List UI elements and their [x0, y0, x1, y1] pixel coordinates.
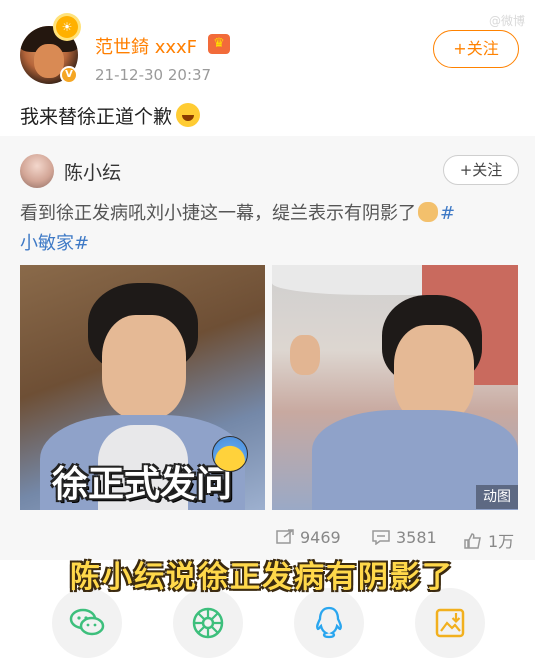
sun-badge-icon: ☀ [56, 16, 78, 38]
post-username[interactable]: 范世錡 xxxF [95, 33, 197, 59]
moments-icon [192, 607, 224, 639]
share-wechat-button[interactable] [52, 588, 122, 658]
image-caption: 徐正式发问 [52, 464, 233, 505]
hashtag-link-start[interactable]: # [440, 203, 455, 224]
thumbs-up-icon [464, 533, 481, 549]
repost-icon [276, 529, 294, 544]
repost-avatar[interactable] [20, 154, 54, 188]
repost-username[interactable]: 陈小纭 [64, 158, 121, 185]
repost-count-value: 9469 [300, 528, 341, 547]
crown-badge-icon: ♛ [208, 34, 230, 54]
repost-follow-button[interactable]: +关注 [443, 155, 519, 185]
gif-badge: 动图 [476, 485, 518, 509]
wechat-icon [69, 608, 105, 636]
repost-text: 看到徐正发病吼刘小捷这一幕，缇兰表示有阴影了 # 小敏家# [20, 199, 515, 259]
post-text-content: 我来替徐正道个歉 [20, 106, 173, 128]
follow-button[interactable]: +关注 [433, 30, 519, 68]
post-text: 我来替徐正道个歉 [20, 102, 201, 129]
verified-badge-icon: V [60, 66, 78, 84]
save-image-button[interactable] [415, 588, 485, 658]
post-timestamp: 21-12-30 20:37 [95, 66, 212, 84]
like-count-value: 1万 [488, 532, 515, 551]
cat-emoji-icon [418, 202, 438, 222]
share-moments-button[interactable] [173, 588, 243, 658]
repost-image-right[interactable] [272, 265, 518, 510]
comment-icon [372, 530, 390, 545]
hashtag-link[interactable]: 小敏家# [20, 233, 89, 254]
scared-emoji-icon [212, 436, 248, 472]
share-qq-button[interactable] [294, 588, 364, 658]
save-image-icon [435, 608, 465, 638]
repost-text-content: 看到徐正发病吼刘小捷这一幕，缇兰表示有阴影了 [20, 203, 416, 224]
laughing-emoji-icon [176, 103, 201, 127]
video-subtitle: 陈小纭说徐正发病有阴影了 [70, 560, 454, 595]
weibo-watermark: @微博 [488, 14, 525, 28]
like-count[interactable]: 1万 [464, 528, 514, 552]
qq-icon [316, 606, 342, 639]
comment-count[interactable]: 3581 [372, 528, 437, 547]
comment-count-value: 3581 [396, 528, 437, 547]
repost-count[interactable]: 9469 [276, 528, 341, 547]
